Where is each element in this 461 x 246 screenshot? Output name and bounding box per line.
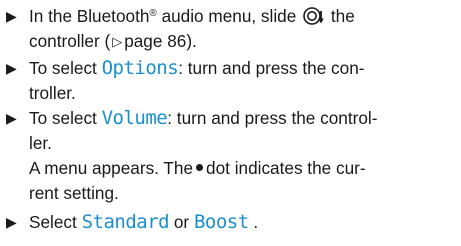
option-boost: Boost [193, 211, 249, 233]
option-standard: Standard [81, 211, 170, 233]
step-2: ▶ To select Options: turn and press the … [6, 56, 446, 106]
page-reference-link[interactable]: page 86). [124, 31, 197, 51]
step-3-line-1: To select Volume: turn and press the con… [29, 107, 378, 129]
manual-instructions: ▶ In the Bluetooth® audio menu, slide th… [0, 0, 461, 246]
step-bullet-icon: ▶ [6, 214, 17, 230]
step-1-line-1: In the Bluetooth® audio menu, slide the [29, 6, 355, 26]
page-reference-triangle-icon: ▷ [112, 34, 123, 49]
step-4: ▶ Select Standard or Boost . [6, 210, 446, 235]
step-3-line-2: ler. [29, 133, 52, 153]
step-1-line-2: controller (▷ page 86). [6, 29, 446, 54]
step-bullet-icon: ▶ [6, 60, 17, 76]
dot-icon [196, 164, 204, 171]
step-bullet-icon: ▶ [6, 110, 17, 126]
step-2-line-2: troller. [29, 83, 76, 103]
controller-slide-down-icon [303, 6, 325, 26]
step-4-line-1: Select Standard or Boost . [29, 211, 259, 233]
step-3-line-3: A menu appears. The dot indicates the cur… [29, 158, 366, 178]
step-bullet-icon: ▶ [6, 8, 17, 24]
step-1: ▶ In the Bluetooth® audio menu, slide th… [6, 4, 446, 54]
step-3: ▶ To select Volume: turn and press the c… [6, 106, 446, 206]
menu-item-options: Options [101, 57, 179, 79]
step-3-line-4: rent setting. [29, 183, 119, 203]
menu-item-volume: Volume [101, 107, 168, 129]
step-2-line-1: To select Options: turn and press the co… [29, 57, 365, 79]
